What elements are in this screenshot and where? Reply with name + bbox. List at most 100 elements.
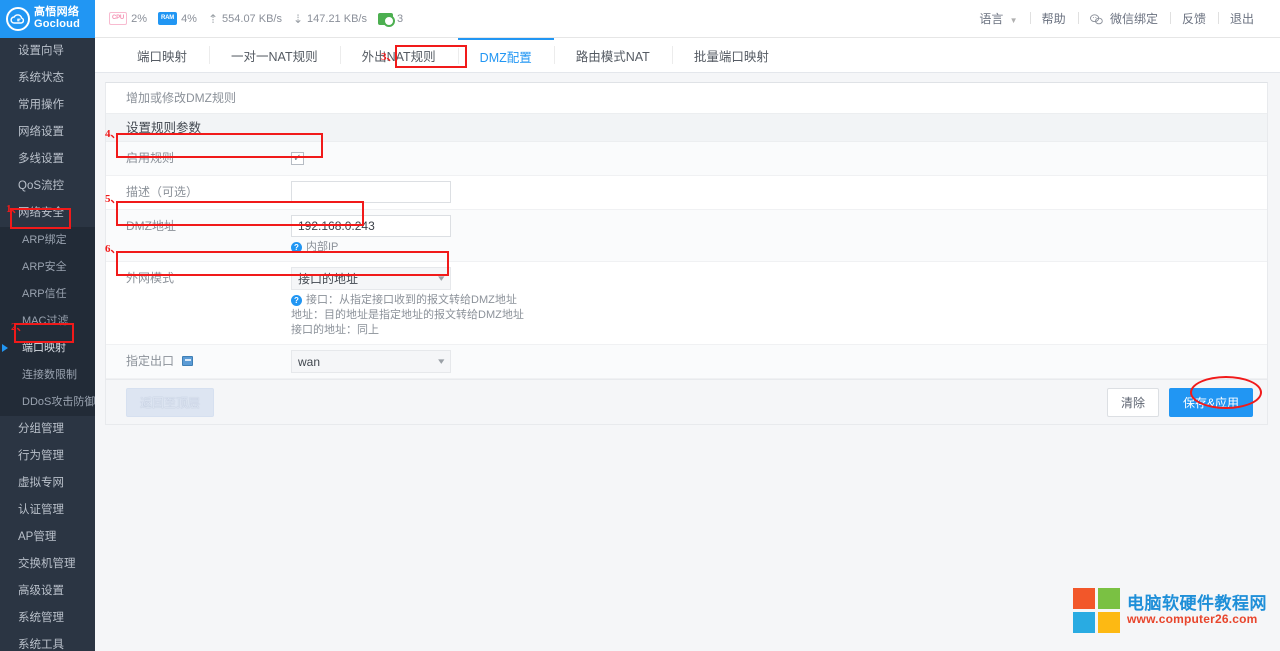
sidebar-item-multiline-settings[interactable]: 多线设置: [0, 146, 95, 173]
sidebar-item-port-mapping[interactable]: 端口映射: [0, 335, 95, 362]
ram-stat: RAM 4%: [158, 12, 197, 25]
brand-logo-area[interactable]: 高悟网络 Gocloud: [0, 0, 95, 38]
sidebar-menu: 设置向导 系统状态 常用操作 网络设置 多线设置 QoS流控 网络安全 ARP绑…: [0, 38, 95, 651]
tab-port-mapping[interactable]: 端口映射: [115, 38, 209, 72]
dmz-address-input[interactable]: [291, 215, 451, 237]
row-egress-interface: 指定出口 wan ▾: [106, 345, 1267, 379]
wan-mode-field: 接口的地址 ▾ ? 接口：从指定接口收到的报文转给DMZ地址 地址：目的地址是指定…: [291, 262, 1267, 344]
action-bar: 返回至顶层 清除 保存&应用: [105, 380, 1268, 425]
brand-name-en: Gocloud: [34, 19, 80, 31]
dmz-address-hint: ?内部IP: [291, 237, 1267, 261]
dmz-address-label: DMZ地址: [106, 210, 291, 243]
chevron-down-icon: ▼: [1010, 16, 1018, 25]
sidebar-item-system-status[interactable]: 系统状态: [0, 65, 95, 92]
online-devices-icon: [378, 13, 393, 25]
sidebar-item-arp-security[interactable]: ARP安全: [0, 254, 95, 281]
dmz-address-field: ?内部IP: [291, 210, 1267, 261]
enable-rule-field: ✓: [291, 142, 1267, 166]
sidebar-item-advanced-settings[interactable]: 高级设置: [0, 578, 95, 605]
watermark: 电脑软硬件教程网 www.computer26.com: [1073, 588, 1267, 633]
tab-bulk-port-mapping[interactable]: 批量端口映射: [672, 38, 791, 72]
wan-mode-hint-line2: 地址：目的地址是指定地址的报文转给DMZ地址: [291, 309, 524, 321]
header-item-logout[interactable]: 退出: [1218, 10, 1266, 27]
clear-button[interactable]: 清除: [1107, 388, 1159, 417]
brand-text: 高悟网络 Gocloud: [34, 7, 80, 30]
wan-mode-label: 外网模式: [106, 262, 291, 295]
egress-select[interactable]: wan ▾: [291, 350, 451, 373]
cpu-value: 2%: [131, 13, 147, 25]
download-arrow-icon: ⇣: [293, 14, 303, 24]
sidebar-item-group-management[interactable]: 分组管理: [0, 416, 95, 443]
sidebar-item-vpn[interactable]: 虚拟专网: [0, 470, 95, 497]
wan-mode-hint-line1: 接口：从指定接口收到的报文转给DMZ地址: [306, 294, 517, 306]
left-sidebar: 设置向导 系统状态 常用操作 网络设置 多线设置 QoS流控 网络安全 ARP绑…: [0, 38, 95, 651]
language-label: 语言: [979, 12, 1003, 26]
header-item-wechat-bind[interactable]: 微信绑定: [1078, 10, 1170, 28]
chevron-down-icon: ▾: [439, 273, 445, 284]
egress-field: wan ▾: [291, 345, 1267, 373]
tab-dmz-config[interactable]: DMZ配置: [458, 38, 554, 72]
sidebar-item-system-tools[interactable]: 系统工具: [0, 632, 95, 651]
egress-value: wan: [298, 355, 320, 369]
sidebar-item-qos[interactable]: QoS流控: [0, 173, 95, 200]
description-input[interactable]: [291, 181, 451, 203]
sidebar-item-system-management[interactable]: 系统管理: [0, 605, 95, 632]
download-value: 147.21 KB/s: [307, 13, 367, 25]
header-item-feedback[interactable]: 反馈: [1170, 10, 1218, 27]
sidebar-item-network-settings[interactable]: 网络设置: [0, 119, 95, 146]
chevron-down-icon: ▾: [439, 356, 445, 367]
sidebar-item-mac-filter[interactable]: MAC过滤: [0, 308, 95, 335]
header-item-language[interactable]: 语言 ▼: [967, 10, 1029, 27]
cloud-logo-icon: [6, 7, 30, 31]
brand-name-cn: 高悟网络: [34, 7, 80, 19]
wan-mode-value: 接口的地址: [298, 270, 358, 287]
egress-label-wrap: 指定出口: [106, 345, 291, 378]
egress-label: 指定出口: [126, 354, 174, 368]
main-content: 端口映射 一对一NAT规则 外出NAT规则 DMZ配置 路由模式NAT 批量端口…: [95, 38, 1280, 651]
enable-rule-label: 启用规则: [106, 142, 291, 175]
tab-route-mode-nat[interactable]: 路由模式NAT: [554, 38, 672, 72]
header-item-help[interactable]: 帮助: [1030, 10, 1078, 27]
wechat-bind-label: 微信绑定: [1110, 12, 1158, 26]
help-icon: ?: [291, 295, 302, 306]
cpu-icon: CPU: [109, 12, 127, 25]
sidebar-item-arp-trust[interactable]: ARP信任: [0, 281, 95, 308]
panel-title: 增加或修改DMZ规则: [106, 83, 1267, 114]
wan-mode-hint: ? 接口：从指定接口收到的报文转给DMZ地址 地址：目的地址是指定地址的报文转给D…: [291, 290, 1267, 344]
sidebar-item-network-security[interactable]: 网络安全: [0, 200, 95, 227]
sidebar-item-ddos-defense[interactable]: DDoS攻击防御: [0, 389, 95, 416]
row-wan-mode: 外网模式 接口的地址 ▾ ? 接口：从指定接口收到的报文转给DMZ地址 地址：目的…: [106, 262, 1267, 345]
router-admin-page: 高悟网络 Gocloud CPU 2% RAM 4% ⇡ 554.07 KB/s…: [0, 0, 1280, 651]
tab-outbound-nat[interactable]: 外出NAT规则: [340, 38, 458, 72]
watermark-site-name: 电脑软硬件教程网: [1127, 594, 1267, 613]
sidebar-item-connection-limit[interactable]: 连接数限制: [0, 362, 95, 389]
sidebar-item-switch-management[interactable]: 交换机管理: [0, 551, 95, 578]
ram-value: 4%: [181, 13, 197, 25]
row-enable-rule: 启用规则 ✓: [106, 142, 1267, 176]
enable-rule-checkbox[interactable]: ✓: [291, 152, 304, 165]
ram-icon: RAM: [158, 12, 177, 25]
sidebar-item-auth-management[interactable]: 认证管理: [0, 497, 95, 524]
sidebar-item-behavior-management[interactable]: 行为管理: [0, 443, 95, 470]
wan-mode-select[interactable]: 接口的地址 ▾: [291, 267, 451, 290]
wechat-icon: [1090, 14, 1103, 28]
sidebar-item-setup-wizard[interactable]: 设置向导: [0, 38, 95, 65]
dmz-hint-text: 内部IP: [306, 241, 338, 253]
tab-one-to-one-nat[interactable]: 一对一NAT规则: [209, 38, 340, 72]
interface-icon: [182, 356, 193, 366]
watermark-site-url: www.computer26.com: [1127, 613, 1267, 626]
dmz-rule-panel: 增加或修改DMZ规则 设置规则参数 启用规则 ✓ 描述（可选） DMZ地址: [105, 82, 1268, 380]
cpu-stat: CPU 2%: [109, 12, 147, 25]
back-to-top-button[interactable]: 返回至顶层: [126, 388, 214, 417]
sidebar-item-ap-management[interactable]: AP管理: [0, 524, 95, 551]
description-field: [291, 176, 1267, 203]
online-devices-stat: 3: [378, 13, 403, 25]
header-menu: 语言 ▼ 帮助 微信绑定 反馈 退出: [967, 10, 1280, 28]
download-stat: ⇣ 147.21 KB/s: [293, 13, 367, 25]
windows-logo-icon: [1073, 588, 1120, 633]
sidebar-item-common-operations[interactable]: 常用操作: [0, 92, 95, 119]
upload-arrow-icon: ⇡: [208, 14, 218, 24]
check-icon: ✓: [293, 154, 301, 164]
save-and-apply-button[interactable]: 保存&应用: [1169, 388, 1253, 417]
sidebar-item-arp-binding[interactable]: ARP绑定: [0, 227, 95, 254]
